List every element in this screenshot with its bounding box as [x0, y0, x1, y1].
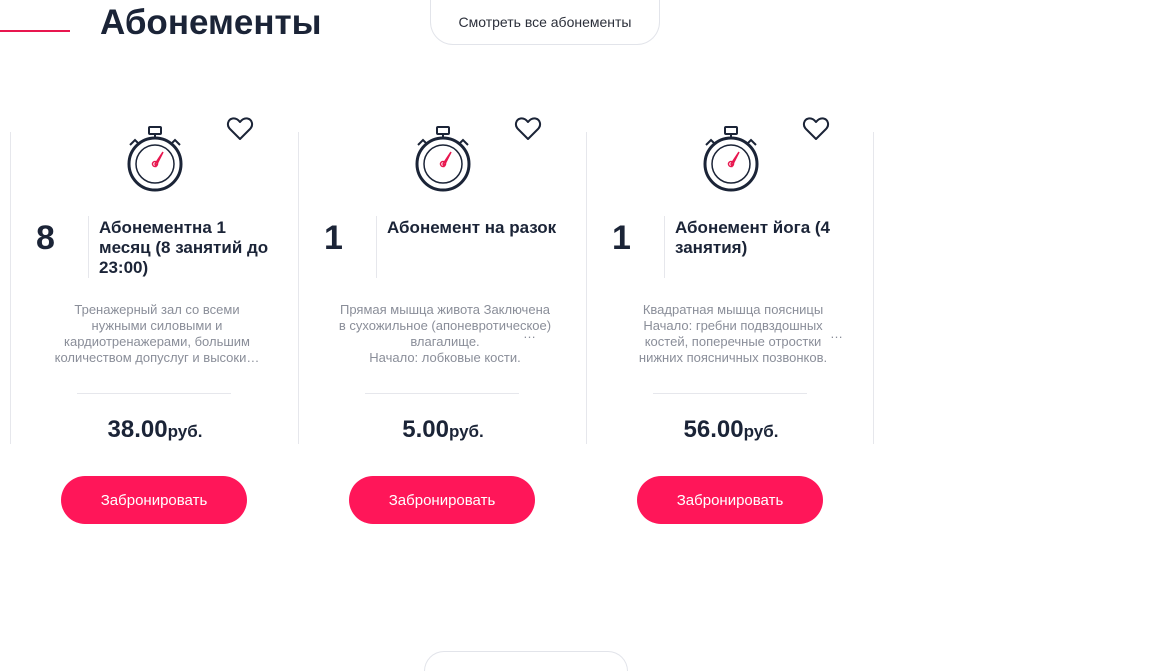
more-ellipsis[interactable]: … [523, 326, 536, 341]
divider [77, 393, 231, 394]
price-amount: 5.00 [402, 416, 449, 443]
price: 5.00руб. [299, 416, 587, 444]
divider [664, 216, 665, 278]
stopwatch-icon [415, 126, 471, 192]
divider [88, 216, 89, 278]
stopwatch-icon [127, 126, 183, 192]
book-button[interactable]: Забронировать [637, 476, 823, 524]
more-ellipsis[interactable]: … [830, 326, 843, 341]
header-accent-line [0, 30, 70, 32]
price-amount: 56.00 [683, 416, 744, 443]
heart-icon[interactable] [226, 116, 254, 142]
page-title: Абонементы [100, 3, 322, 42]
card-description: Прямая мышца живота Заключена в сухожиль… [338, 302, 552, 365]
card-description: Квадратная мышца поясницы Начало: гребни… [638, 302, 828, 365]
book-button[interactable]: Забронировать [61, 476, 247, 524]
divider [365, 393, 519, 394]
subscription-card: 1 Абонемент на разок Прямая мышца живота… [298, 117, 587, 444]
card-title: Абонемент йога (4 занятия) [675, 218, 830, 257]
price-currency: руб. [743, 422, 779, 441]
price-currency: руб. [167, 422, 203, 441]
heart-icon[interactable] [802, 116, 830, 142]
price: 56.00руб. [587, 416, 875, 444]
book-button[interactable]: Забронировать [349, 476, 535, 524]
session-count: 1 [612, 219, 631, 257]
session-count: 1 [324, 219, 343, 257]
price-amount: 38.00 [107, 416, 168, 443]
divider [376, 216, 377, 278]
load-more-button[interactable] [424, 651, 628, 671]
view-all-subscriptions-button[interactable]: Смотреть все абонементы [430, 0, 660, 45]
card-description: Тренажерный зал со всеми нужными силовым… [54, 302, 260, 365]
subscription-card: 1 Абонемент йога (4 занятия) Квадратная … [586, 117, 875, 444]
stopwatch-icon [703, 126, 759, 192]
price: 38.00руб. [11, 416, 299, 444]
session-count: 8 [36, 219, 55, 257]
heart-icon[interactable] [514, 116, 542, 142]
card-title: Абонемент на разок [387, 218, 557, 237]
card-title: Абонементна 1 месяц (8 занятий до 23:00) [99, 218, 269, 277]
price-currency: руб. [448, 422, 484, 441]
divider [653, 393, 807, 394]
subscription-card: 8 Абонементна 1 месяц (8 занятий до 23:0… [10, 117, 299, 444]
